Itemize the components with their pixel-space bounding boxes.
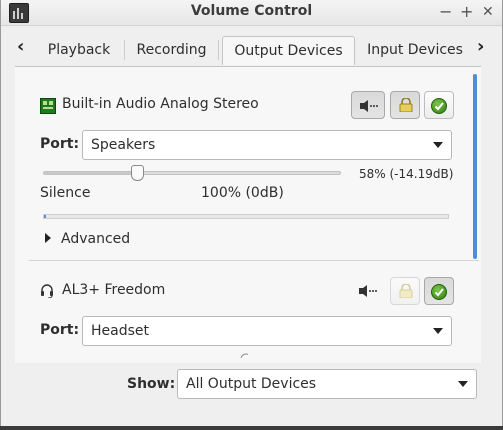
show-label: Show: — [127, 376, 176, 392]
lock-icon — [399, 98, 413, 112]
slider-handle-partial — [240, 353, 248, 358]
speaker-muted-icon — [359, 285, 377, 297]
tab-recording[interactable]: Recording — [125, 40, 219, 60]
tab-scroll-left-button[interactable]: ‹ — [17, 38, 24, 56]
show-filter-select[interactable]: All Output Devices — [177, 369, 477, 399]
port-select[interactable]: Speakers — [82, 130, 452, 160]
advanced-label: Advanced — [61, 231, 131, 247]
default-check-icon — [431, 284, 447, 300]
maximize-button[interactable]: + — [460, 2, 473, 22]
port-select-value: Headset — [91, 323, 150, 339]
device-name: Built-in Audio Analog Stereo — [62, 96, 259, 112]
peak-level-meter — [43, 214, 449, 219]
mute-toggle-button[interactable] — [351, 277, 385, 305]
mute-toggle-button[interactable] — [351, 91, 385, 119]
tab-output-devices[interactable]: Output Devices — [222, 36, 355, 65]
window-title: Volume Control — [190, 3, 313, 19]
tab-bar: ‹ Playback Recording Output Devices Inpu… — [1, 26, 502, 66]
volume-slider-handle[interactable] — [131, 165, 144, 181]
port-select[interactable]: Headset — [82, 316, 452, 346]
chevron-down-icon — [433, 328, 443, 334]
window-bottom-edge — [0, 426, 503, 430]
title-bar[interactable]: Volume Control − + ✕ — [1, 0, 502, 26]
scale-silence-label: Silence — [40, 185, 91, 201]
tab-input-devices[interactable]: Input Devices — [361, 36, 469, 64]
chevron-down-icon — [458, 381, 468, 387]
minimize-button[interactable]: − — [439, 2, 452, 22]
set-default-button[interactable] — [424, 277, 454, 305]
advanced-expander[interactable]: Advanced — [45, 231, 130, 247]
tab-scroll-right-button[interactable]: › — [477, 38, 484, 56]
set-default-button[interactable] — [424, 91, 454, 119]
lock-channels-button[interactable] — [390, 277, 420, 305]
show-filter-value: All Output Devices — [186, 376, 317, 392]
device-name: AL3+ Freedom — [62, 282, 166, 298]
close-button[interactable]: ✕ — [482, 2, 494, 22]
scale-100-label: 100% (0dB) — [201, 185, 284, 201]
volume-slider-fill — [44, 172, 137, 174]
chevron-down-icon — [433, 142, 443, 148]
speaker-muted-icon — [360, 100, 378, 112]
port-select-value: Speakers — [91, 137, 156, 153]
expander-arrow-icon — [45, 233, 51, 243]
tab-playback[interactable]: Playback — [34, 40, 125, 60]
port-label: Port: — [40, 136, 80, 152]
output-devices-panel: Built-in Audio Analog Stereo Port: Speak… — [15, 66, 481, 363]
port-label: Port: — [40, 322, 80, 338]
lock-icon — [399, 284, 413, 298]
panel-scrollbar[interactable] — [473, 74, 477, 259]
volume-slider[interactable] — [43, 165, 341, 181]
lock-channels-button[interactable] — [390, 91, 420, 119]
default-check-icon — [431, 98, 447, 114]
volume-readout: 58% (-14.19dB) — [359, 167, 454, 181]
headset-icon — [41, 284, 53, 298]
show-filter-bar: Show: All Output Devices — [1, 362, 502, 408]
volume-control-window: Volume Control − + ✕ ‹ Playback Recordin… — [0, 0, 503, 430]
sound-card-icon — [40, 98, 56, 114]
device-divider — [29, 260, 479, 261]
peak-level-fill — [44, 215, 46, 218]
